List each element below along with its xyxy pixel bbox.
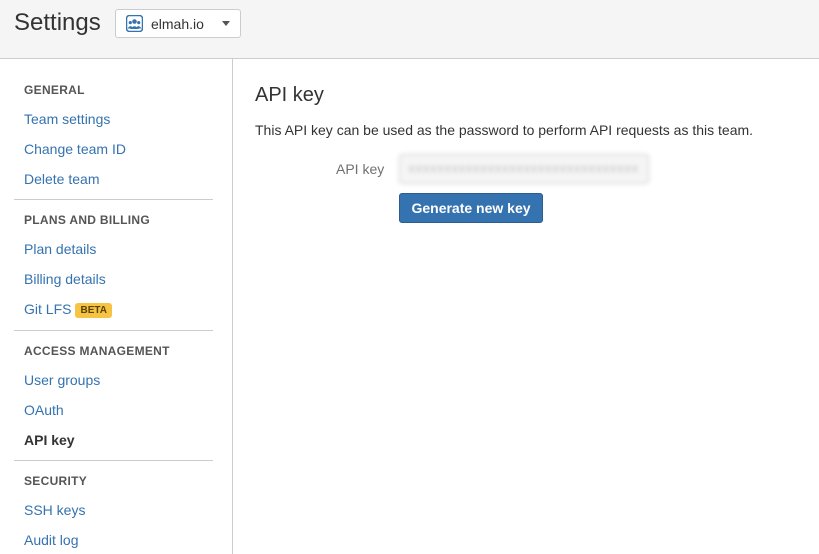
sidebar-item-user-groups[interactable]: User groups: [24, 372, 100, 388]
page-title: Settings: [14, 9, 101, 36]
sidebar-item-audit-log[interactable]: Audit log: [24, 532, 78, 548]
sidebar-item-team-settings[interactable]: Team settings: [24, 111, 110, 127]
sidebar-item-oauth[interactable]: OAuth: [24, 402, 64, 418]
sidebar-divider: [14, 199, 213, 200]
sidebar-item-delete-team[interactable]: Delete team: [24, 171, 99, 187]
section-title: API key: [255, 84, 324, 106]
sidebar-divider: [14, 330, 213, 331]
sidebar-item-git-lfs[interactable]: Git LFS BETA: [24, 301, 112, 318]
top-header: Settings elmah.io: [0, 0, 819, 59]
sidebar-item-ssh-keys[interactable]: SSH keys: [24, 502, 85, 518]
sidebar-item-change-team-id[interactable]: Change team ID: [24, 141, 126, 157]
sidebar-item-label: Git LFS: [24, 301, 72, 317]
team-name: elmah.io: [151, 15, 204, 32]
sidebar-heading-security: SECURITY: [24, 474, 88, 488]
beta-badge: BETA: [75, 303, 112, 318]
sidebar-heading-general: GENERAL: [24, 83, 85, 97]
generate-new-key-button[interactable]: Generate new key: [399, 193, 543, 223]
team-selector-dropdown[interactable]: elmah.io: [115, 9, 241, 38]
api-key-field[interactable]: [399, 154, 649, 184]
sidebar-heading-access-management: ACCESS MANAGEMENT: [24, 344, 170, 358]
section-description: This API key can be used as the password…: [255, 122, 754, 138]
team-avatar-icon: [126, 15, 143, 32]
chevron-down-icon: [222, 21, 230, 26]
sidebar-divider: [14, 460, 213, 461]
sidebar-heading-plans-billing: PLANS AND BILLING: [24, 213, 150, 227]
sidebar-item-plan-details[interactable]: Plan details: [24, 241, 96, 257]
api-key-label: API key: [336, 161, 385, 177]
sidebar-item-api-key[interactable]: API key: [24, 432, 75, 448]
sidebar-item-billing-details[interactable]: Billing details: [24, 271, 106, 287]
